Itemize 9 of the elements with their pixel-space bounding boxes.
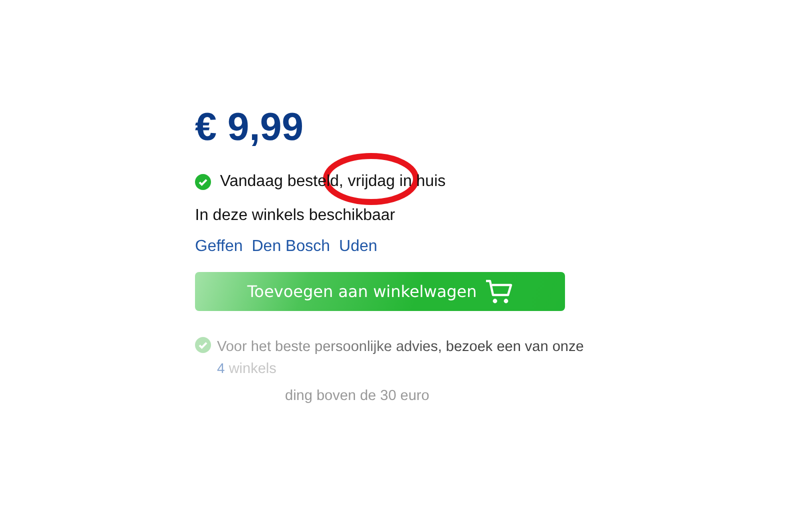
usp-text: Voor het beste persoonlijke advies, bezoek een van onze 4 winkels [217, 338, 585, 379]
stores-label: In deze winkels beschikbaar [195, 207, 396, 225]
store-link[interactable]: Uden [339, 238, 378, 256]
usp-text: ding boven de 30 euro [285, 387, 430, 406]
store-link[interactable]: Den Bosch [252, 238, 330, 256]
check-icon [195, 174, 211, 190]
price: € 9,99 [195, 105, 304, 151]
store-link[interactable]: Geffen [195, 238, 243, 256]
cart-icon [484, 278, 513, 304]
